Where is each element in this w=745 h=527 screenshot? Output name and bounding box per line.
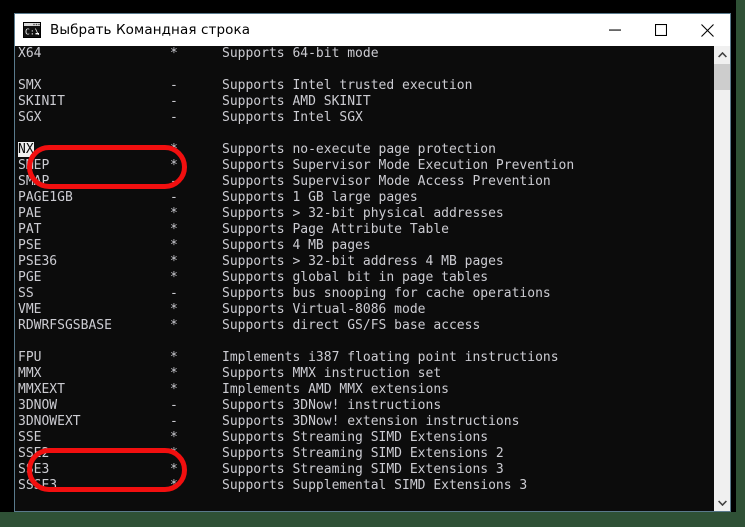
close-button[interactable] <box>684 14 730 46</box>
console-feature-flag: * <box>170 462 178 477</box>
console-feature-name: SS <box>18 286 34 301</box>
console-feature-description: Implements AMD MMX extensions <box>222 382 449 397</box>
console-feature-name: RDWRFSGSBASE <box>18 318 112 333</box>
console-feature-description: Supports Supplemental SIMD Extensions 3 <box>222 478 528 493</box>
window-controls <box>592 14 730 46</box>
console-feature-name: SSE3 <box>18 462 50 477</box>
command-prompt-window: C:\ Выбрать Командная строка X64 * Suppo… <box>14 13 731 512</box>
console-feature-description: Supports global bit in page tables <box>222 270 489 285</box>
console-feature-flag: - <box>170 414 178 429</box>
console-feature-description: Supports Streaming SIMD Extensions 2 <box>222 446 504 461</box>
selected-text: NX <box>18 142 34 157</box>
console-feature-description: Supports MMX instruction set <box>222 366 442 381</box>
console-feature-flag: * <box>170 222 178 237</box>
console-feature-description: Supports Page Attribute Table <box>222 222 449 237</box>
console-feature-description: Implements i387 floating point instructi… <box>222 350 559 365</box>
console-feature-description: Supports Supervisor Mode Access Preventi… <box>222 174 551 189</box>
console-feature-description: Supports 64-bit mode <box>222 46 379 61</box>
console-feature-name: PAE <box>18 206 42 221</box>
console-feature-name: SMX <box>18 78 42 93</box>
console-feature-name: SGX <box>18 110 42 125</box>
command-prompt-icon: C:\ <box>23 22 41 38</box>
console-feature-description: Supports > 32-bit physical addresses <box>222 206 504 221</box>
console-feature-description: Supports direct GS/FS base access <box>222 318 481 333</box>
console-feature-flag: * <box>170 430 178 445</box>
console-feature-flag: - <box>170 174 178 189</box>
console-feature-flag: - <box>170 398 178 413</box>
console-feature-flag: - <box>170 286 178 301</box>
console-feature-description: Supports 3DNow! extension instructions <box>222 414 520 429</box>
console-feature-flag: * <box>170 446 178 461</box>
console-feature-name: MMXEXT <box>18 382 65 397</box>
console-feature-description: Supports > 32-bit address 4 MB pages <box>222 254 504 269</box>
console-feature-flag: * <box>170 366 178 381</box>
console-feature-flag: * <box>170 46 178 61</box>
console-output-area[interactable]: X64 * Supports 64-bit mode SMX - Supports Int… <box>15 46 730 511</box>
console-feature-flag: * <box>170 350 178 365</box>
console-feature-name: SSE2 <box>18 446 50 461</box>
console-scrollbar[interactable] <box>713 46 730 511</box>
console-feature-name: PAT <box>18 222 42 237</box>
console-text-lines: X64 * Supports 64-bit mode SMX - Supports Int… <box>15 46 574 494</box>
console-feature-name: 3DNOWEXT <box>18 414 81 429</box>
console-feature-name: PSE36 <box>18 254 58 269</box>
chevron-down-icon[interactable] <box>714 494 730 511</box>
console-feature-description: Supports bus snooping for cache operatio… <box>222 286 551 301</box>
console-feature-name: X64 <box>18 46 42 61</box>
maximize-button[interactable] <box>638 14 684 46</box>
minimize-button[interactable] <box>592 14 638 46</box>
console-feature-flag: * <box>170 478 178 493</box>
console-feature-name: 3DNOW <box>18 398 58 413</box>
console-feature-name: SSSE3 <box>18 478 58 493</box>
console-feature-flag: * <box>170 142 178 157</box>
console-feature-description: Supports Intel trusted execution <box>222 78 473 93</box>
console-feature-name: VME <box>18 302 42 317</box>
chevron-up-icon[interactable] <box>714 46 730 63</box>
console-feature-description: Supports 1 GB large pages <box>222 190 418 205</box>
console-feature-flag: * <box>170 270 178 285</box>
console-feature-flag: * <box>170 206 178 221</box>
console-feature-name: SMEP <box>18 158 50 173</box>
console-feature-name: SMAP <box>18 174 50 189</box>
console-feature-name: SKINIT <box>18 94 65 109</box>
console-feature-flag: * <box>170 382 178 397</box>
console-feature-flag: - <box>170 190 178 205</box>
console-feature-flag: - <box>170 78 178 93</box>
console-feature-description: Supports AMD SKINIT <box>222 94 371 109</box>
console-feature-description: Supports Supervisor Mode Execution Preve… <box>222 158 575 173</box>
console-feature-flag: * <box>170 254 178 269</box>
console-feature-description: Supports 4 MB pages <box>222 238 371 253</box>
console-feature-name: SSE <box>18 430 42 445</box>
console-feature-flag: * <box>170 238 178 253</box>
console-feature-description: Supports Intel SGX <box>222 110 363 125</box>
window-title: Выбрать Командная строка <box>50 22 251 38</box>
console-feature-name: FPU <box>18 350 42 365</box>
console-feature-name: PSE <box>18 238 42 253</box>
console-feature-name: PGE <box>18 270 42 285</box>
console-feature-flag: * <box>170 302 178 317</box>
console-feature-flag: - <box>170 94 178 109</box>
desktop-accent-right <box>736 0 745 527</box>
title-bar[interactable]: C:\ Выбрать Командная строка <box>15 14 730 46</box>
console-feature-description: Supports no-execute page protection <box>222 142 496 157</box>
console-feature-description: Supports Streaming SIMD Extensions <box>222 430 489 445</box>
desktop-accent-bottom <box>0 512 745 527</box>
console-feature-name: MMX <box>18 366 42 381</box>
console-feature-description: Supports Streaming SIMD Extensions 3 <box>222 462 504 477</box>
console-feature-flag: * <box>170 318 178 333</box>
console-feature-description: Supports 3DNow! instructions <box>222 398 442 413</box>
svg-text:C:\: C:\ <box>25 28 40 37</box>
console-feature-flag: * <box>170 158 178 173</box>
console-feature-description: Supports Virtual-8086 mode <box>222 302 426 317</box>
console-feature-name: NX <box>18 142 34 158</box>
console-feature-name: PAGE1GB <box>18 190 73 205</box>
console-feature-flag: - <box>170 110 178 125</box>
scrollbar-thumb[interactable] <box>714 64 730 90</box>
